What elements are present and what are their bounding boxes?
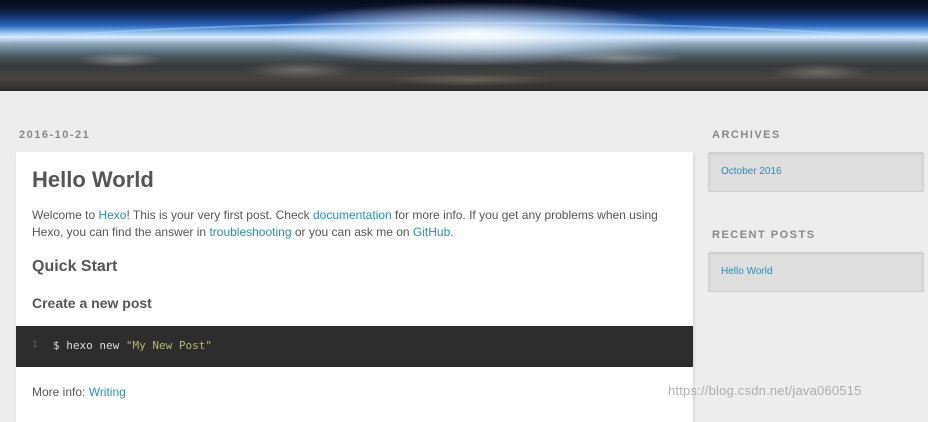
code-command: $ hexo new bbox=[53, 339, 126, 352]
post-title[interactable]: Hello World bbox=[32, 166, 154, 194]
more-info-label: More info: bbox=[32, 385, 89, 399]
post-date[interactable]: 2016-10-21 bbox=[19, 129, 90, 141]
cloud-layer bbox=[0, 40, 928, 91]
writing-link[interactable]: Writing bbox=[89, 385, 126, 399]
archive-link-october-2016[interactable]: October 2016 bbox=[721, 166, 782, 177]
recent-posts-title: RECENT POSTS bbox=[712, 229, 816, 241]
post-article: Hello World Welcome to Hexo! This is you… bbox=[16, 152, 693, 422]
github-link[interactable]: GitHub bbox=[413, 225, 450, 239]
quick-start-heading: Quick Start bbox=[32, 258, 118, 275]
code-line: $ hexo new "My New Post" bbox=[53, 339, 212, 352]
intro-text: Welcome to bbox=[32, 208, 99, 222]
hexo-link[interactable]: Hexo bbox=[98, 208, 126, 222]
intro-text: . bbox=[450, 225, 454, 239]
more-info: More info: Writing bbox=[32, 385, 126, 399]
code-line-number: 1 bbox=[32, 340, 38, 350]
recent-posts-widget: Hello World bbox=[708, 252, 924, 292]
code-string: "My New Post" bbox=[125, 339, 212, 352]
intro-text: ! This is your very first post. Check bbox=[126, 208, 313, 222]
documentation-link[interactable]: documentation bbox=[313, 208, 392, 222]
post-intro: Welcome to Hexo! This is your very first… bbox=[32, 207, 677, 241]
watermark: https://blog.csdn.net/java060515 bbox=[668, 383, 862, 398]
code-block: 1 $ hexo new "My New Post" bbox=[16, 326, 693, 367]
troubleshooting-link[interactable]: troubleshooting bbox=[209, 225, 291, 239]
header-banner bbox=[0, 0, 928, 91]
intro-text: or you can ask me on bbox=[291, 225, 413, 239]
create-post-heading: Create a new post bbox=[32, 295, 152, 311]
recent-post-link-hello-world[interactable]: Hello World bbox=[721, 266, 773, 277]
archives-title: ARCHIVES bbox=[712, 129, 781, 141]
archives-widget: October 2016 bbox=[708, 152, 924, 192]
